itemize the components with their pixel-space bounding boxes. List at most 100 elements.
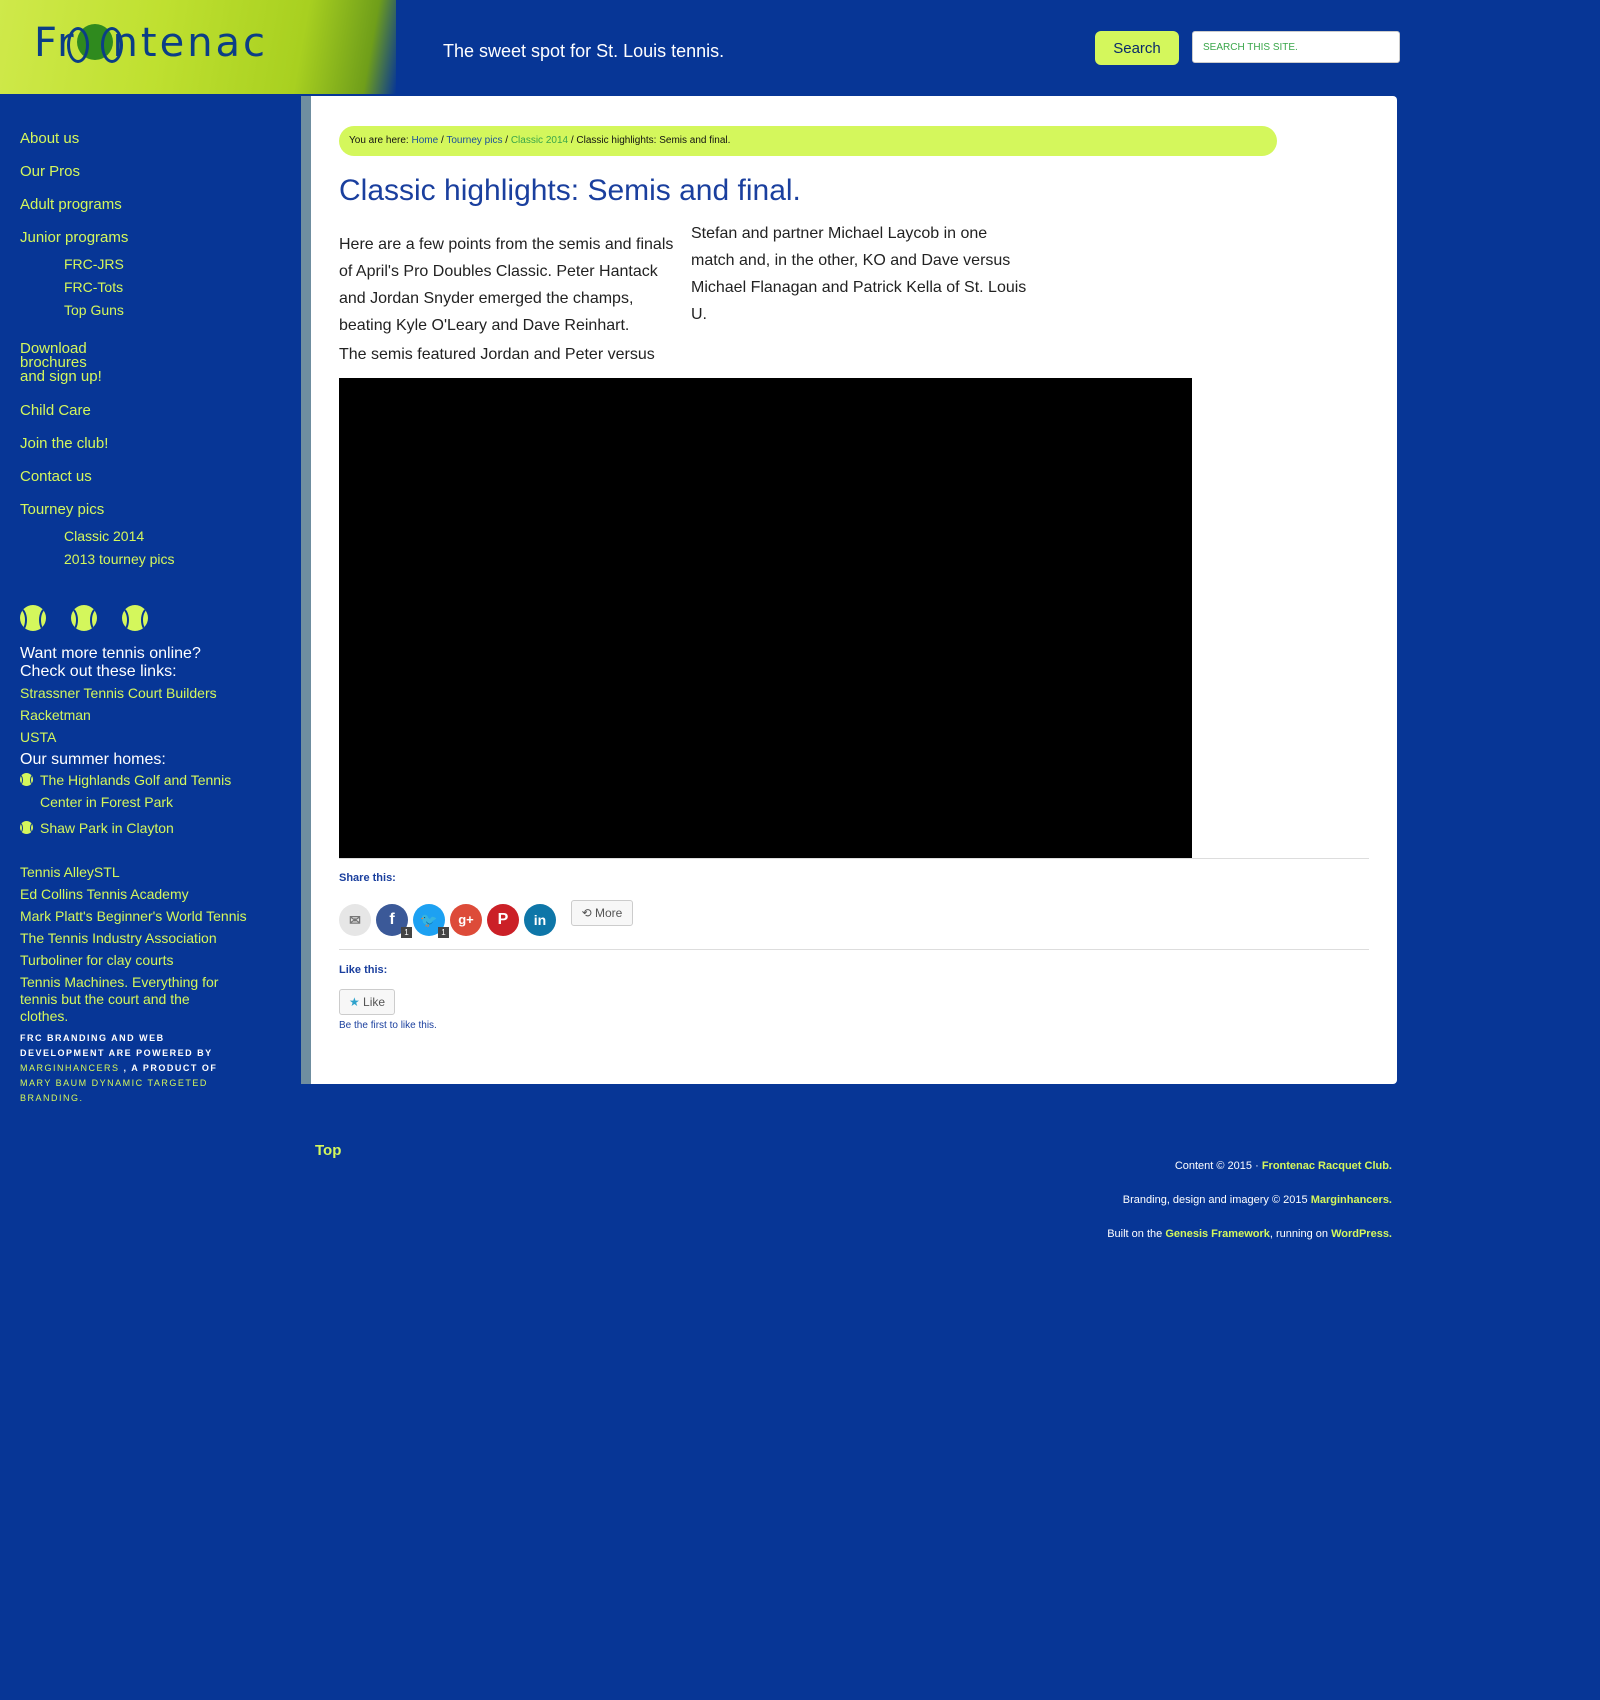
nav-about-us[interactable]: About us — [20, 130, 79, 147]
footer-genesis-link[interactable]: Genesis Framework — [1165, 1228, 1270, 1240]
facebook-share-count: 1 — [401, 927, 412, 938]
link-tennis-alley[interactable]: Tennis AlleySTL — [20, 864, 120, 881]
footer-branding-credit: Branding, design and imagery © 2015 Marg… — [1123, 1194, 1392, 1206]
highlands-line-1: The Highlands Golf and Tennis — [40, 772, 232, 788]
footer-wordpress-link[interactable]: WordPress. — [1331, 1228, 1392, 1240]
nav-tourney-pics[interactable]: Tourney pics — [20, 501, 104, 518]
facebook-share-icon[interactable]: f1 — [376, 904, 412, 938]
post-paragraph-2: The semis featured Jordan and Peter vers… — [339, 346, 655, 363]
nav-our-pros[interactable]: Our Pros — [20, 163, 80, 180]
site-tagline: The sweet spot for St. Louis tennis. — [443, 41, 725, 61]
post-paragraph-3-line: U. — [691, 306, 707, 323]
breadcrumb-separator: / — [570, 135, 574, 146]
post-paragraph-3-line: Michael Flanagan and Patrick Kella of St… — [691, 279, 1027, 296]
back-to-top-link[interactable]: Top — [315, 1142, 341, 1159]
tennis-ball-icon — [71, 605, 97, 631]
breadcrumb-home[interactable]: Home — [411, 135, 438, 146]
logo-text-right: ntenac — [112, 20, 269, 66]
breadcrumb: You are here: Home / Tourney pics / Clas… — [339, 126, 1277, 156]
search-input[interactable] — [1192, 31, 1400, 63]
tennis-ball-bullet-icon — [20, 773, 33, 786]
post-paragraph-1-line: of April's Pro Doubles Classic. Peter Ha… — [339, 263, 658, 280]
nav-junior-programs[interactable]: Junior programs — [20, 229, 128, 246]
footer-built-credit: Built on the Genesis Framework, running … — [1107, 1228, 1392, 1240]
nav-join-club[interactable]: Join the club! — [20, 435, 108, 452]
post-title: Classic highlights: Semis and final. — [339, 174, 801, 207]
like-note: Be the first to like this. — [339, 1020, 437, 1031]
like-label: Like this: — [339, 964, 388, 976]
credit-marginhancers-link[interactable]: Marginhancers — [20, 1063, 120, 1073]
star-icon: ★ — [348, 995, 364, 1009]
more-share-label: More — [595, 906, 623, 920]
breadcrumb-tourney-pics[interactable]: Tourney pics — [446, 135, 502, 146]
linkedin-share-icon[interactable]: in — [524, 904, 556, 936]
site-logo[interactable]: Fr ntenac — [0, 0, 396, 94]
footer-frontenac-link[interactable]: Frontenac Racquet Club. — [1262, 1160, 1392, 1172]
machines-line-3: clothes. — [20, 1008, 69, 1024]
nav-2013-tourney-pics[interactable]: 2013 tourney pics — [64, 551, 175, 567]
divider — [339, 949, 1369, 950]
like-button-label: Like — [363, 995, 386, 1009]
breadcrumb-prefix: You are here: — [349, 135, 409, 146]
nav-frc-tots[interactable]: FRC-Tots — [64, 279, 123, 295]
nav-top-guns[interactable]: Top Guns — [64, 302, 124, 318]
post-paragraph-1: Here are a few points from the semis and… — [339, 231, 673, 339]
footer-built-prefix: Built on the — [1107, 1228, 1163, 1240]
footer-branding-prefix: Branding, design and imagery © 2015 — [1122, 1194, 1308, 1206]
post-paragraph-1-line: beating Kyle O'Leary and Dave Reinhart. — [339, 317, 630, 334]
nav-adult-programs[interactable]: Adult programs — [20, 196, 122, 213]
tennis-ball-icon — [20, 605, 46, 631]
twitter-share-icon[interactable]: 🐦 1 — [413, 904, 449, 938]
tennis-ball-bullet-icon — [20, 821, 33, 834]
machines-line-2: tennis but the court and the — [20, 991, 190, 1007]
twitter-share-count: 1 — [438, 927, 449, 938]
breadcrumb-separator: / — [440, 135, 444, 146]
divider — [339, 858, 1369, 859]
main-content: You are here: Home / Tourney pics / Clas… — [311, 96, 1397, 1084]
link-shaw-park[interactable]: Shaw Park in Clayton — [40, 820, 174, 837]
link-turboliner[interactable]: Turboliner for clay courts — [20, 952, 174, 969]
footer-content-prefix: Content © 2015 · — [1174, 1160, 1259, 1172]
post-paragraph-1-line: Here are a few points from the semis and… — [339, 236, 674, 253]
link-mark-platt[interactable]: Mark Platt's Beginner's World Tennis — [20, 908, 247, 925]
email-share-icon[interactable]: ✉ — [339, 904, 371, 936]
link-highlands[interactable]: The Highlands Golf and Tennis Center in F… — [40, 772, 231, 811]
more-tennis-heading-line-1: Want more tennis online? — [20, 645, 201, 662]
nav-contact-us[interactable]: Contact us — [20, 468, 92, 485]
link-racketman[interactable]: Racketman — [20, 707, 91, 724]
link-usta[interactable]: USTA — [20, 729, 56, 746]
video-player[interactable] — [339, 378, 1192, 858]
pinterest-share-icon[interactable]: P — [487, 904, 519, 936]
link-strassner[interactable]: Strassner Tennis Court Builders — [20, 685, 217, 702]
nav-child-care[interactable]: Child Care — [20, 402, 91, 419]
nav-classic-2014[interactable]: Classic 2014 — [64, 528, 144, 544]
download-line-3: and sign up! — [20, 368, 102, 385]
more-tennis-heading-line-2: Check out these links: — [20, 663, 177, 680]
link-tennis-machines[interactable]: Tennis Machines. Everything for tennis bu… — [20, 974, 218, 1025]
link-tennis-industry[interactable]: The Tennis Industry Association — [20, 930, 217, 947]
footer-built-mid: , running on — [1269, 1228, 1328, 1240]
credit-mary-baum-link[interactable]: Mary Baum Dynamic Targeted Branding. — [20, 1078, 208, 1103]
tennis-ball-icon — [66, 24, 123, 63]
credit-text-2: , a product of — [123, 1063, 218, 1073]
summer-homes-heading: Our summer homes: — [20, 751, 166, 768]
machines-line-1: Tennis Machines. Everything for — [20, 974, 219, 990]
footer-marginhancers-link[interactable]: Marginhancers. — [1311, 1194, 1392, 1206]
post-paragraph-1-line: and Jordan Snyder emerged the champs, — [339, 290, 634, 307]
tennis-ball-icon — [122, 605, 148, 631]
like-button[interactable]: ★ Like — [339, 989, 395, 1015]
highlands-line-2: Center in Forest Park — [40, 794, 174, 810]
branding-credit: FRC branding and web development are pow… — [20, 1031, 240, 1106]
more-share-button[interactable]: ⟲ More — [571, 900, 633, 926]
nav-frc-jrs[interactable]: FRC-JRS — [64, 256, 124, 272]
link-ed-collins[interactable]: Ed Collins Tennis Academy — [20, 886, 189, 903]
search-button[interactable]: Search — [1095, 31, 1179, 65]
breadcrumb-classic-2014[interactable]: Classic 2014 — [511, 135, 568, 146]
breadcrumb-current: Classic highlights: Semis and final. — [576, 135, 731, 146]
post-paragraph-3: Stefan and partner Michael Laycob in one… — [691, 220, 1026, 328]
google-plus-share-icon[interactable]: g+ — [450, 904, 482, 936]
content-edge — [301, 96, 311, 1084]
nav-download-brochures[interactable]: Download brochures and sign up! — [20, 341, 102, 385]
more-tennis-heading: Want more tennis online? Check out these … — [20, 645, 201, 681]
share-label: Share this: — [339, 872, 396, 884]
